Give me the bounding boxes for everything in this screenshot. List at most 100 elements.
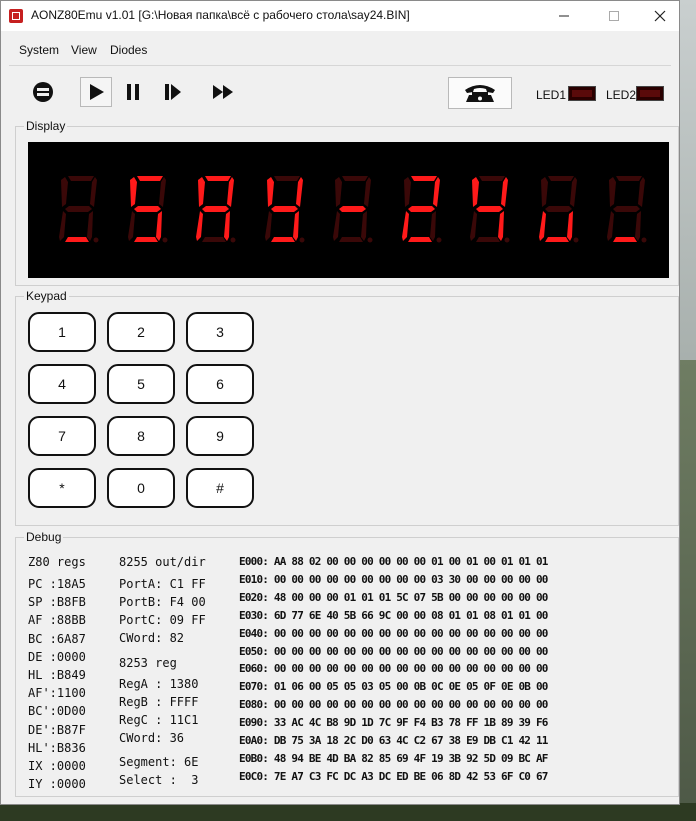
key-7[interactable]: 7 [28, 416, 96, 456]
memory-row: E090: 33 AC 4C B8 9D 1D 7C 9F F4 B3 78 F… [239, 716, 548, 730]
z80-register: PC :18A5 [28, 577, 86, 591]
digit-segment [127, 211, 135, 241]
key-3[interactable]: 3 [186, 312, 254, 352]
i8253-cword: CWord: 36 [119, 731, 185, 745]
z80-register: BC':0D00 [28, 704, 86, 719]
digit-segment [479, 176, 505, 181]
display-digit [538, 176, 578, 243]
z80-register: IY :0000 [28, 777, 86, 792]
i8253-regb: RegB : FFFF [119, 695, 199, 709]
maximize-button[interactable] [591, 1, 637, 31]
digit-segment [227, 177, 234, 207]
digit-segment [273, 176, 300, 181]
digit-segment [410, 176, 437, 181]
digit-segment [407, 206, 435, 212]
i8253-header: 8253 reg [119, 656, 177, 670]
led2-label: LED2 [606, 88, 637, 102]
i8253-regc: RegC : 11C1 [119, 713, 199, 727]
telephone-button[interactable] [448, 77, 512, 109]
digit-segment [65, 206, 92, 212]
stop-button[interactable] [27, 77, 59, 107]
i8253-rega: RegA : 1380 [119, 677, 199, 691]
menu-diodes[interactable]: Diodes [110, 43, 147, 57]
i8255-porta: PortA: C1 FF [119, 577, 206, 591]
digit-segment [264, 211, 272, 241]
digit-segment [224, 211, 230, 241]
menu-view[interactable]: View [71, 43, 97, 57]
digit-segment [339, 237, 363, 242]
digit-segment [333, 211, 340, 241]
digit-segment [429, 211, 436, 241]
digit-decimal-point [436, 237, 441, 243]
display-digit [470, 176, 510, 243]
pause-button[interactable] [117, 77, 149, 107]
digit-segment [90, 177, 97, 207]
z80-register: BC :6A87 [28, 631, 86, 646]
memory-row: E010: 00 00 00 00 00 00 00 00 00 03 30 0… [239, 572, 548, 586]
digit-segment [364, 177, 371, 207]
z80-register: HL':B836 [28, 740, 86, 755]
display-digit [401, 176, 441, 243]
digit-segment [136, 176, 163, 181]
digit-decimal-point [230, 237, 236, 243]
memory-row: E000: AA 88 02 00 00 00 00 00 00 01 00 0… [239, 555, 548, 568]
display-digit [59, 176, 99, 243]
key-8[interactable]: 8 [107, 416, 175, 456]
digit-decimal-point [93, 237, 99, 243]
key-5[interactable]: 5 [107, 364, 175, 404]
memory-row: E080: 00 00 00 00 00 00 00 00 00 00 00 0… [239, 698, 548, 712]
digit-segment [129, 177, 137, 207]
key-hash[interactable]: # [186, 468, 254, 508]
key-6[interactable]: 6 [186, 364, 254, 404]
z80-register: HL :B849 [28, 668, 86, 682]
display-digit [196, 176, 236, 243]
led1-label: LED1 [536, 88, 567, 102]
z80-regs-header: Z80 regs [28, 555, 86, 569]
minimize-button[interactable] [541, 1, 587, 31]
memory-row: E050: 00 00 00 00 00 00 00 00 00 00 00 0… [239, 644, 548, 658]
display-digit [333, 176, 373, 243]
digit-segment [270, 206, 298, 212]
key-4[interactable]: 4 [28, 364, 96, 404]
z80-register: IX :0000 [28, 759, 86, 773]
digit-segment [403, 177, 411, 207]
digit-segment [569, 177, 577, 207]
key-star[interactable]: * [28, 468, 96, 508]
digit-segment [635, 211, 641, 241]
digit-decimal-point [162, 237, 167, 243]
z80-register: DE':B87F [28, 722, 86, 737]
menu-system[interactable]: System [19, 43, 59, 57]
title-bar[interactable]: AONZ80Emu v1.01 [G:\Новая папка\всё с ра… [1, 1, 679, 31]
close-button[interactable] [637, 1, 683, 31]
digit-segment [87, 211, 93, 241]
play-icon [90, 84, 104, 100]
digit-decimal-point [573, 237, 578, 243]
memory-row: E0B0: 48 94 BE 4D BA 82 85 69 4F 19 3B 9… [239, 751, 548, 765]
digit-segment [133, 237, 158, 242]
fast-forward-button[interactable] [207, 77, 239, 107]
digit-segment [133, 206, 161, 212]
pause-icon [127, 84, 139, 100]
z80-register: DE :0000 [28, 649, 86, 664]
digit-segment [361, 211, 367, 241]
memory-row: E070: 01 06 00 05 05 03 05 00 0B 0C 0E 0… [239, 680, 548, 694]
digit-segment [196, 211, 203, 241]
key-0[interactable]: 0 [107, 468, 175, 508]
digit-segment [498, 211, 504, 241]
select-value: Select : 3 [119, 773, 199, 787]
stop-icon [33, 82, 53, 102]
key-9[interactable]: 9 [186, 416, 254, 456]
digit-decimal-point [367, 237, 373, 243]
i8255-portc: PortC: 09 FF [119, 613, 206, 627]
memory-row: E060: 00 00 00 00 00 00 00 00 00 00 00 0… [239, 662, 548, 676]
digit-segment [270, 237, 295, 242]
background-bottom [0, 803, 696, 821]
digit-segment [158, 177, 166, 207]
digit-segment [476, 237, 500, 242]
step-button[interactable] [156, 77, 188, 107]
i8255-cword: CWord: 82 [119, 631, 185, 645]
key-1[interactable]: 1 [28, 312, 96, 352]
play-button[interactable] [80, 77, 112, 107]
digit-decimal-point [299, 237, 304, 243]
key-2[interactable]: 2 [107, 312, 175, 352]
